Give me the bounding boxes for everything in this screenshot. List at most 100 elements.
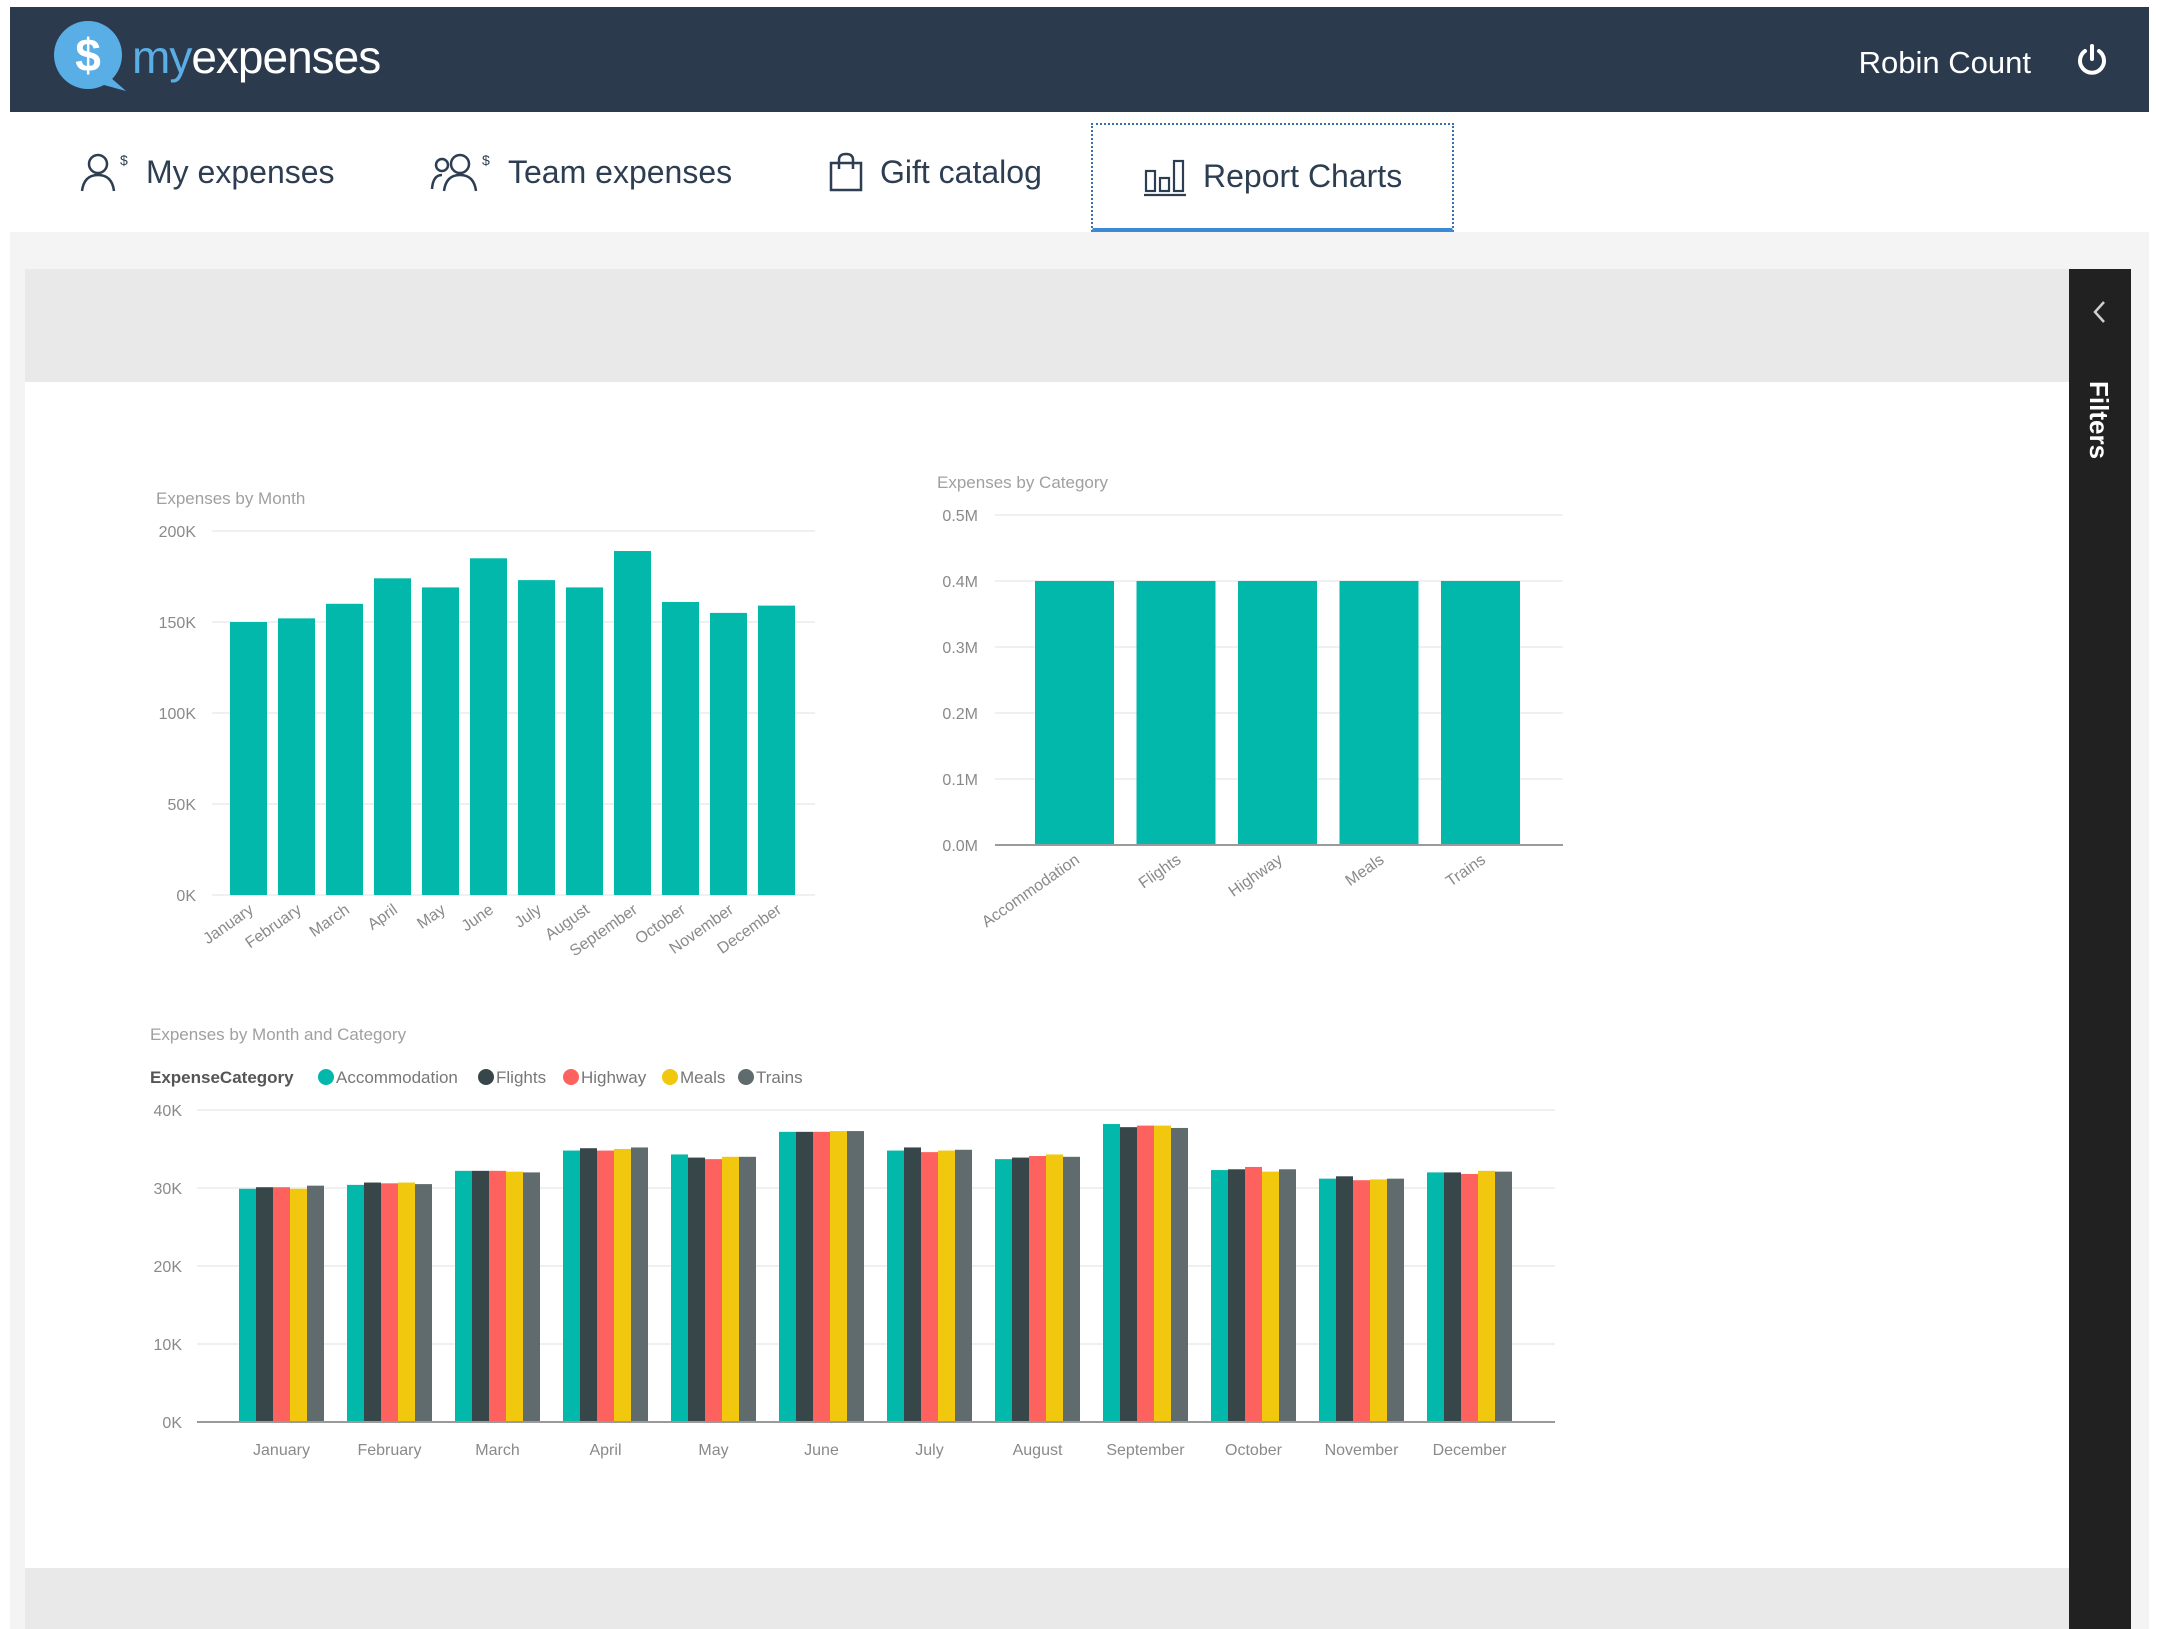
bar bbox=[347, 1184, 364, 1422]
bar bbox=[1387, 1178, 1404, 1422]
bar bbox=[904, 1147, 921, 1422]
chevron-left-icon[interactable] bbox=[2091, 299, 2109, 325]
y-tick-label: 0K bbox=[162, 1415, 182, 1432]
bar bbox=[688, 1157, 705, 1422]
bar bbox=[273, 1187, 290, 1422]
legend-marker bbox=[662, 1069, 678, 1085]
x-tick-label: Meals bbox=[1343, 851, 1388, 889]
bar bbox=[955, 1149, 972, 1422]
bar bbox=[813, 1131, 830, 1422]
bar bbox=[1279, 1169, 1296, 1422]
bar bbox=[1228, 1169, 1245, 1422]
bar bbox=[1370, 1179, 1387, 1422]
y-tick-label: 200K bbox=[159, 524, 197, 541]
bar bbox=[597, 1150, 614, 1422]
x-tick-label: June bbox=[804, 1442, 839, 1459]
bar bbox=[518, 580, 555, 895]
y-tick-label: 100K bbox=[159, 706, 197, 723]
bar bbox=[506, 1171, 523, 1422]
legend-marker bbox=[738, 1069, 754, 1085]
bar bbox=[1339, 581, 1419, 845]
filters-label: Filters bbox=[2084, 381, 2114, 460]
bar bbox=[1336, 1176, 1353, 1422]
bar bbox=[326, 603, 363, 895]
x-tick-label: March bbox=[475, 1442, 519, 1459]
bar bbox=[758, 605, 795, 895]
bar bbox=[1238, 581, 1317, 845]
bar bbox=[523, 1172, 540, 1422]
bar bbox=[1495, 1171, 1512, 1422]
x-tick-label: July bbox=[915, 1442, 943, 1459]
y-tick-label: 20K bbox=[154, 1259, 183, 1276]
legend-label: Meals bbox=[680, 1068, 725, 1087]
x-tick-label: September bbox=[1106, 1442, 1185, 1459]
y-tick-label: 0.1M bbox=[942, 772, 978, 789]
bar bbox=[1245, 1166, 1262, 1422]
x-tick-label: August bbox=[1013, 1442, 1063, 1459]
bar bbox=[830, 1131, 847, 1422]
chart-title: Expenses by Category bbox=[937, 473, 1109, 492]
bar bbox=[364, 1182, 381, 1422]
bar bbox=[671, 1154, 688, 1422]
bar bbox=[398, 1182, 415, 1422]
bar bbox=[290, 1188, 307, 1422]
bar bbox=[1046, 1154, 1063, 1422]
bar bbox=[1120, 1127, 1137, 1422]
y-tick-label: 50K bbox=[168, 797, 197, 814]
bar bbox=[938, 1150, 955, 1422]
legend-label: Flights bbox=[496, 1068, 546, 1087]
bar bbox=[847, 1131, 864, 1422]
bar bbox=[1478, 1170, 1495, 1422]
bar bbox=[1171, 1127, 1188, 1422]
bar bbox=[1444, 1172, 1461, 1422]
bar bbox=[710, 612, 747, 895]
bar bbox=[705, 1159, 722, 1422]
bar bbox=[563, 1150, 580, 1422]
x-tick-label: April bbox=[589, 1442, 621, 1459]
x-tick-label: Highway bbox=[1226, 851, 1286, 900]
bar bbox=[580, 1148, 597, 1422]
bar bbox=[887, 1150, 904, 1422]
y-tick-label: 40K bbox=[154, 1103, 183, 1120]
y-tick-label: 0.4M bbox=[942, 574, 978, 591]
x-tick-label: Flights bbox=[1136, 851, 1184, 892]
x-tick-label: Accommodation bbox=[979, 851, 1083, 931]
bar bbox=[455, 1170, 472, 1422]
bar bbox=[722, 1156, 739, 1422]
bar bbox=[415, 1184, 432, 1422]
bar bbox=[1353, 1180, 1370, 1422]
filters-pane[interactable]: Filters bbox=[2069, 269, 2131, 1629]
bar bbox=[278, 618, 315, 895]
bar bbox=[1154, 1125, 1171, 1422]
bar bbox=[1262, 1171, 1279, 1422]
x-tick-label: February bbox=[357, 1442, 421, 1459]
bar bbox=[489, 1170, 506, 1422]
bar bbox=[1319, 1178, 1336, 1422]
bar bbox=[779, 1131, 796, 1422]
bar bbox=[1211, 1170, 1228, 1422]
legend-title: ExpenseCategory bbox=[150, 1068, 294, 1087]
legend-label: Trains bbox=[756, 1068, 803, 1087]
x-tick-label: May bbox=[414, 901, 449, 932]
bar bbox=[1035, 581, 1114, 845]
x-tick-label: Trains bbox=[1443, 851, 1489, 890]
legend-marker bbox=[478, 1069, 494, 1085]
chart-title: Expenses by Month bbox=[156, 489, 305, 508]
bar bbox=[381, 1183, 398, 1422]
x-tick-label: December bbox=[1433, 1442, 1507, 1459]
bar bbox=[566, 587, 603, 895]
bar bbox=[1103, 1124, 1120, 1422]
bar bbox=[1136, 581, 1216, 845]
bar bbox=[614, 551, 651, 895]
y-tick-label: 150K bbox=[159, 615, 197, 632]
legend-marker bbox=[563, 1069, 579, 1085]
bar bbox=[307, 1185, 324, 1422]
x-tick-label: June bbox=[459, 901, 497, 935]
x-tick-label: October bbox=[1225, 1442, 1283, 1459]
bar bbox=[422, 587, 459, 895]
bar bbox=[631, 1147, 648, 1422]
bar bbox=[739, 1156, 756, 1422]
bar bbox=[1461, 1173, 1478, 1422]
y-tick-label: 0K bbox=[176, 888, 196, 905]
x-tick-label: May bbox=[698, 1442, 728, 1459]
